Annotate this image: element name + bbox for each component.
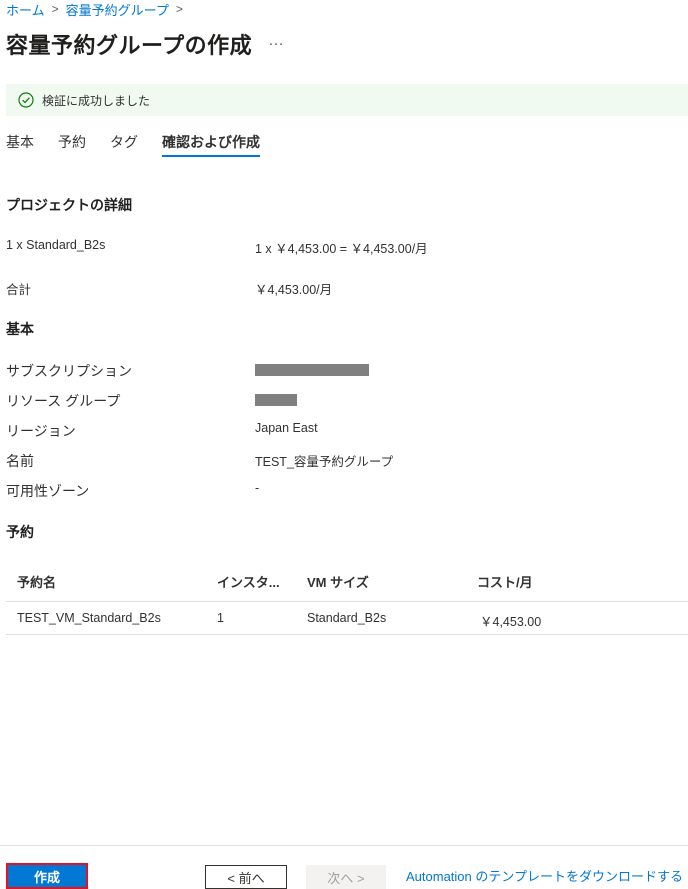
banner-message: 検証に成功しました [42, 93, 151, 108]
column-header-cost[interactable]: コスト/月 [477, 572, 533, 591]
page-title: 容量予約グループの作成 [6, 33, 253, 58]
column-header-vm-size[interactable]: VM サイズ [307, 572, 369, 591]
redacted-resource-group [255, 391, 297, 407]
table-row: TEST_VM_Standard_B2s 1 Standard_B2s ￥4,4… [6, 602, 688, 635]
detail-label: 1 x Standard_B2s [6, 238, 106, 252]
basics-value: - [255, 481, 260, 495]
footer-divider [0, 845, 688, 846]
tab-reservations[interactable]: 予約 [58, 126, 86, 157]
basics-label: リージョン [6, 423, 76, 439]
cell-instance-count: 1 [217, 611, 224, 625]
basics-label: 名前 [6, 453, 34, 469]
create-button[interactable]: 作成 [6, 863, 88, 889]
more-options-icon[interactable]: … [268, 32, 285, 50]
column-header-instances[interactable]: インスタ... [217, 572, 280, 591]
detail-value: ￥4,453.00/月 [255, 283, 333, 297]
project-details-heading: プロジェクトの詳細 [6, 197, 132, 213]
table-header: 予約名 インスタ... VM サイズ コスト/月 [6, 560, 688, 602]
download-template-link[interactable]: Automation のテンプレートをダウンロードする [406, 866, 683, 885]
redacted-subscription [255, 361, 369, 377]
tab-bar: 基本 予約 タグ 確認および作成 [6, 126, 284, 160]
chevron-right-icon: > [175, 2, 183, 16]
reservations-heading: 予約 [6, 524, 34, 540]
tab-basics[interactable]: 基本 [6, 126, 34, 157]
breadcrumb-home-link[interactable]: ホーム [6, 0, 45, 19]
cell-vm-size: Standard_B2s [307, 611, 387, 625]
basics-heading: 基本 [6, 321, 34, 337]
success-check-icon [18, 92, 34, 108]
basics-label: 可用性ゾーン [6, 483, 90, 499]
tab-tags[interactable]: タグ [110, 126, 138, 157]
column-header-name[interactable]: 予約名 [17, 572, 56, 591]
breadcrumb-parent-link[interactable]: 容量予約グループ [66, 0, 169, 19]
basics-label: リソース グループ [6, 393, 121, 409]
previous-button[interactable]: < 前へ [205, 865, 287, 889]
reservations-table: 予約名 インスタ... VM サイズ コスト/月 TEST_VM_Standar… [6, 560, 688, 635]
basics-value: Japan East [255, 421, 318, 435]
validation-success-banner: 検証に成功しました [6, 84, 688, 116]
basics-label: サブスクリプション [6, 363, 132, 379]
chevron-right-icon: > [51, 2, 59, 16]
cell-cost: ￥4,453.00 [480, 615, 542, 629]
detail-value: 1 x ￥4,453.00 = ￥4,453.00/月 [255, 242, 428, 256]
breadcrumb: ホーム > 容量予約グループ > [6, 0, 190, 18]
basics-value: TEST_容量予約グループ [255, 455, 394, 469]
next-button[interactable]: 次へ > [306, 865, 386, 889]
tab-review-create[interactable]: 確認および作成 [162, 126, 260, 157]
cell-reservation-name: TEST_VM_Standard_B2s [17, 611, 161, 625]
detail-label: 合計 [6, 283, 32, 297]
